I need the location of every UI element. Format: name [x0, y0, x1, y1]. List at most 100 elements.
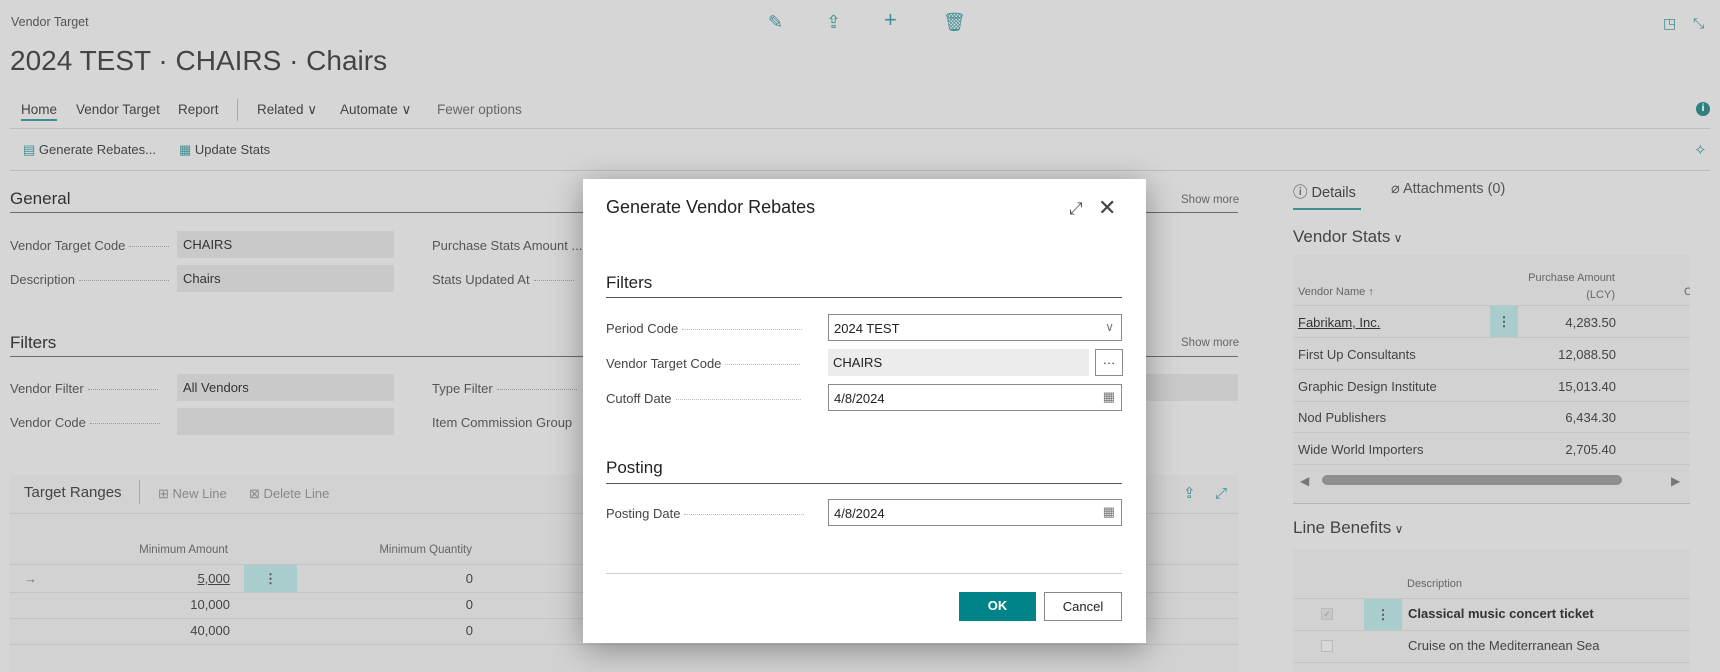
- new-line-icon: ⊞: [158, 486, 169, 501]
- minimum-quantity-cell[interactable]: 0: [400, 571, 473, 586]
- chevron-down-icon: ∨: [1391, 522, 1404, 536]
- edit-icon[interactable]: ✎: [768, 13, 783, 31]
- purchase-amount-cell[interactable]: 6,434.30: [1520, 410, 1616, 425]
- vendor-name-cell[interactable]: First Up Consultants: [1298, 347, 1416, 362]
- update-stats-button[interactable]: ▦ Update Stats: [179, 142, 270, 158]
- vendor-code-field[interactable]: [177, 408, 394, 435]
- period-code-select[interactable]: 2024 TEST ∨: [828, 314, 1122, 341]
- description-label: Description: [10, 272, 170, 287]
- tab-details[interactable]: ⓘ Details: [1293, 181, 1356, 202]
- info-icon[interactable]: i: [1696, 102, 1710, 116]
- general-section-title: General: [10, 189, 71, 208]
- generate-rebates-button[interactable]: ▤ Generate Rebates...: [23, 142, 156, 158]
- add-icon[interactable]: +: [884, 9, 897, 31]
- minimum-amount-cell[interactable]: 5,000: [100, 571, 230, 586]
- general-show-more[interactable]: Show more: [1181, 194, 1239, 206]
- column-header-purchase-amount[interactable]: Purchase Amount (LCY): [1480, 270, 1615, 304]
- horizontal-scrollbar[interactable]: [1322, 475, 1622, 485]
- row-actions-button[interactable]: ⋮: [1490, 306, 1518, 338]
- benefit-checkbox[interactable]: ✓: [1321, 608, 1333, 620]
- row-divider: [1293, 464, 1690, 465]
- new-line-button[interactable]: ⊞ New Line: [158, 486, 227, 502]
- line-benefits-title[interactable]: Line Benefits ∨: [1293, 518, 1403, 538]
- purchase-stats-amount-label: Purchase Stats Amount ...: [432, 238, 583, 253]
- minimum-amount-cell[interactable]: 40,000: [100, 623, 230, 638]
- info-icon: ⓘ: [1293, 185, 1308, 201]
- column-header-description[interactable]: Description: [1407, 578, 1462, 590]
- item-commission-group-label: Item Commission Group: [432, 415, 573, 430]
- purchase-amount-cell[interactable]: 4,283.50: [1520, 315, 1616, 330]
- delete-line-icon: ⊠: [249, 486, 260, 501]
- lookup-ellipsis-button[interactable]: …: [1095, 349, 1123, 376]
- period-code-label: Period Code: [606, 321, 803, 336]
- row-actions-button[interactable]: ⋮: [244, 565, 297, 592]
- collapse-icon[interactable]: ⤡: [1693, 14, 1704, 32]
- benefit-description[interactable]: Classical music concert ticket: [1408, 606, 1594, 621]
- row-divider: [1293, 401, 1690, 402]
- share-icon[interactable]: ⇪: [826, 13, 841, 31]
- column-header-truncated[interactable]: C: [1684, 286, 1690, 298]
- tab-fewer-options[interactable]: Fewer options: [437, 102, 522, 117]
- ok-button[interactable]: OK: [959, 592, 1036, 621]
- vendor-name-cell[interactable]: Fabrikam, Inc.: [1298, 315, 1380, 330]
- tab-attachments[interactable]: ⌀ Attachments (0): [1391, 181, 1505, 197]
- open-new-window-icon[interactable]: ◳: [1663, 14, 1676, 32]
- cancel-button[interactable]: Cancel: [1044, 592, 1122, 621]
- row-divider: [1293, 337, 1690, 338]
- tab-vendor-target[interactable]: Vendor Target: [76, 102, 160, 117]
- pin-icon[interactable]: ✧: [1694, 142, 1707, 160]
- filters-group-title: Filters: [606, 273, 653, 292]
- tab-report[interactable]: Report: [178, 102, 219, 117]
- minimum-amount-cell[interactable]: 10,000: [100, 597, 230, 612]
- vendor-code-label: Vendor Code: [10, 415, 160, 430]
- current-row-arrow-icon: →: [24, 571, 37, 586]
- close-icon[interactable]: ✕: [1098, 195, 1116, 221]
- share-icon[interactable]: ⇪: [1183, 485, 1196, 503]
- paperclip-icon: ⌀: [1391, 181, 1400, 197]
- scroll-right-arrow[interactable]: ▶: [1671, 474, 1680, 488]
- column-header-minimum-amount[interactable]: Minimum Amount: [100, 544, 228, 556]
- minimum-quantity-cell[interactable]: 0: [400, 623, 473, 638]
- purchase-amount-cell[interactable]: 15,013.40: [1520, 379, 1616, 394]
- posting-group-title: Posting: [606, 458, 663, 477]
- divider: [237, 99, 238, 121]
- chevron-down-icon: ∨: [1105, 320, 1114, 334]
- purchase-amount-cell[interactable]: 12,088.50: [1520, 347, 1616, 362]
- tab-automate[interactable]: Automate ∨: [340, 102, 411, 118]
- filters-section-title: Filters: [10, 333, 57, 352]
- benefit-checkbox[interactable]: [1321, 640, 1333, 652]
- row-divider: [1293, 369, 1690, 370]
- expand-icon[interactable]: ⤢: [1069, 199, 1083, 219]
- row-actions-button[interactable]: ⋮: [1364, 599, 1402, 630]
- vendor-name-cell[interactable]: Nod Publishers: [1298, 410, 1386, 425]
- delete-line-button[interactable]: ⊠ Delete Line: [249, 486, 329, 502]
- vendor-target-code-label: Vendor Target Code: [606, 356, 801, 371]
- expand-icon[interactable]: ⤢: [1215, 485, 1227, 503]
- scroll-left-arrow[interactable]: ◀: [1300, 474, 1309, 488]
- delete-icon[interactable]: 🗑: [943, 13, 966, 31]
- vendor-filter-field[interactable]: All Vendors: [177, 374, 394, 401]
- tab-home[interactable]: Home: [21, 102, 58, 121]
- vendor-name-cell[interactable]: Wide World Importers: [1298, 442, 1423, 457]
- cutoff-date-field[interactable]: 4/8/2024 ▦: [828, 384, 1122, 411]
- vendor-stats-title[interactable]: Vendor Stats ∨: [1293, 227, 1402, 247]
- cutoff-date-label: Cutoff Date: [606, 391, 801, 406]
- minimum-quantity-cell[interactable]: 0: [400, 597, 473, 612]
- page-title: 2024 TEST · CHAIRS · Chairs: [10, 45, 388, 76]
- posting-date-field[interactable]: 4/8/2024 ▦: [828, 499, 1122, 526]
- column-header-minimum-quantity[interactable]: Minimum Quantity: [330, 544, 472, 556]
- vendor-name-cell[interactable]: Graphic Design Institute: [1298, 379, 1437, 394]
- description-field[interactable]: Chairs: [177, 265, 394, 292]
- filters-show-more[interactable]: Show more: [1181, 337, 1239, 349]
- column-header-vendor-name[interactable]: Vendor Name ↑: [1298, 286, 1374, 298]
- posting-date-label: Posting Date: [606, 506, 805, 521]
- vendor-filter-label: Vendor Filter: [10, 381, 158, 396]
- dialog-title: Generate Vendor Rebates: [606, 197, 816, 217]
- tab-related[interactable]: Related ∨: [257, 102, 317, 118]
- benefit-description[interactable]: Cruise on the Mediterranean Sea: [1408, 638, 1600, 653]
- type-filter-label: Type Filter: [432, 381, 577, 396]
- stats-updated-at-label: Stats Updated At: [432, 272, 574, 287]
- purchase-amount-cell[interactable]: 2,705.40: [1520, 442, 1616, 457]
- calendar-icon: ▦: [1102, 504, 1115, 519]
- vendor-target-code-field[interactable]: CHAIRS: [177, 231, 394, 258]
